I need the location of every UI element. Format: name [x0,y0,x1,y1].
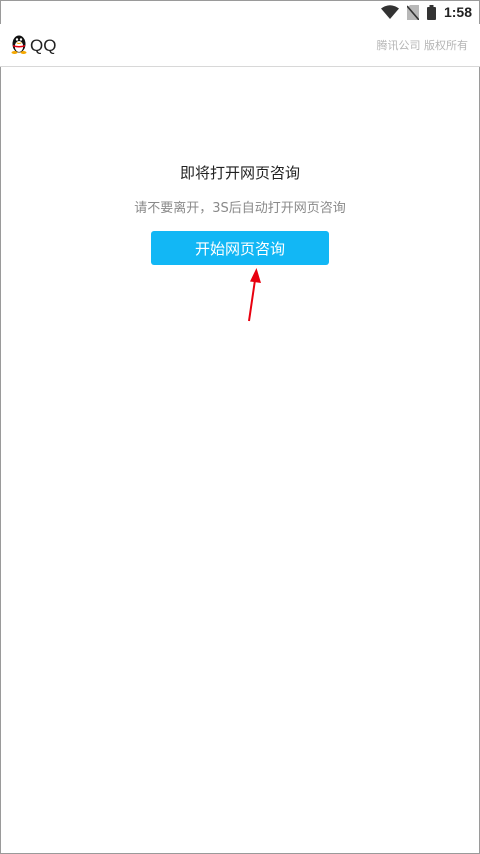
status-time: 1:58 [443,4,472,20]
battery-icon [426,4,436,20]
status-icons: 1:58 [380,3,472,21]
page-title: 即将打开网页咨询 [179,164,300,182]
app-logo: QQ [10,34,56,58]
app-name: QQ [30,36,57,55]
status-bar: 1:58 [0,0,480,24]
app-header: QQ 腾讯公司 版权所有 [0,24,480,67]
no-sim-icon [406,4,419,20]
start-web-consult-button[interactable]: 开始网页咨询 [151,231,329,265]
app-frame [0,0,480,854]
copyright-text: 腾讯公司 版权所有 [376,39,469,52]
penguin-logo-icon [10,34,28,58]
annotation-arrow-icon [240,266,264,330]
countdown-message: 请不要离开，3S后自动打开网页咨询 [134,201,346,216]
wifi-icon [380,5,399,19]
